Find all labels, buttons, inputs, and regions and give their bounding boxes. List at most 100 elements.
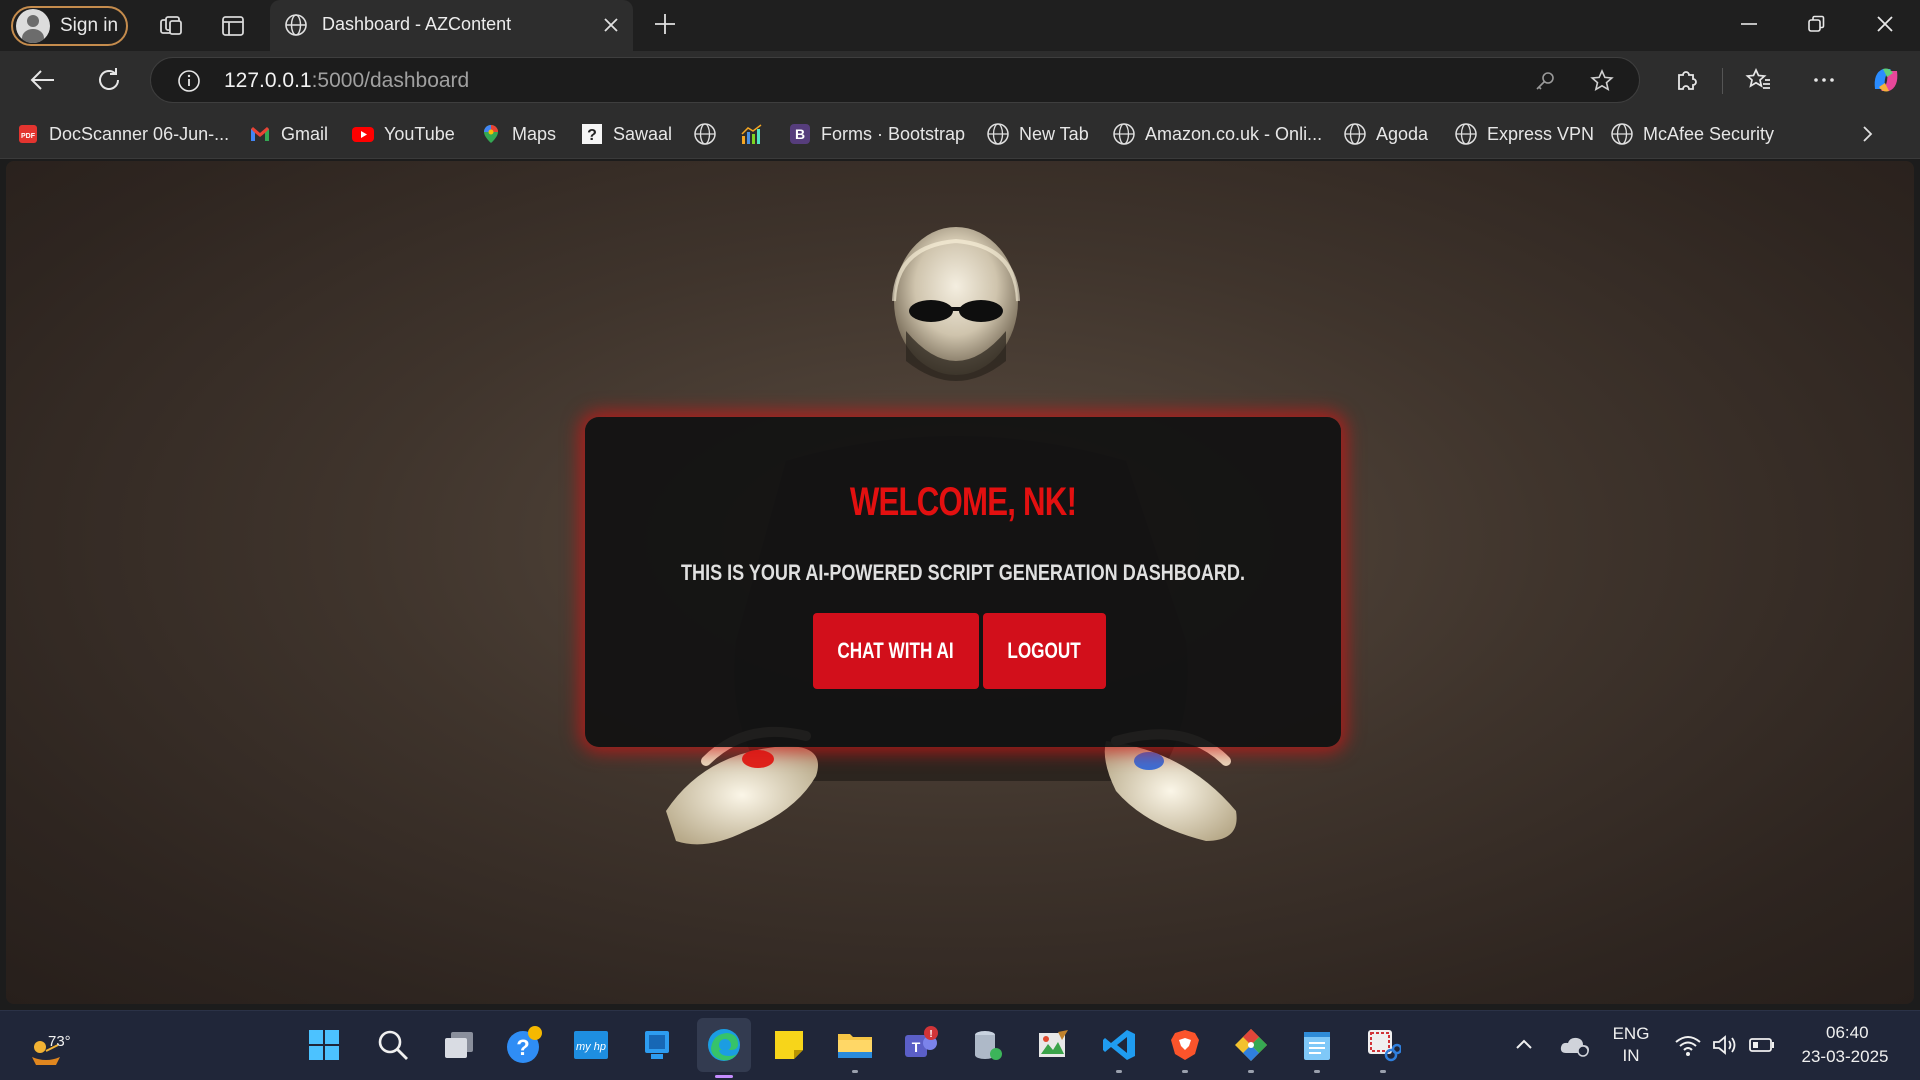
battery-icon[interactable] [1742,1023,1782,1067]
pdf-icon: PDF [16,122,40,146]
sticky-notes-icon[interactable] [767,1023,811,1067]
sign-in-button[interactable]: Sign in [11,6,128,46]
bookmark-gmail[interactable]: Gmail [248,121,328,147]
wifi-icon[interactable] [1668,1023,1708,1067]
database-app-icon[interactable] [965,1023,1009,1067]
notepad-icon[interactable] [1295,1023,1339,1073]
weather-widget[interactable]: 73° [26,1019,86,1073]
tab-actions-icon[interactable] [219,12,247,40]
tab-dashboard[interactable]: Dashboard - AZContent [270,0,633,51]
running-indicator [1314,1070,1320,1073]
globe-icon [693,122,717,146]
refresh-icon[interactable] [94,65,124,95]
bookmark-new-tab[interactable]: New Tab [986,121,1089,147]
bookmark-docscanner[interactable]: PDF DocScanner 06-Jun-... [16,121,229,147]
bookmark-amazon[interactable]: Amazon.co.uk - Onli... [1112,121,1322,147]
url-text[interactable]: 127.0.0.1:5000/dashboard [224,69,469,93]
logout-button-label: LOGOUT [1007,638,1082,663]
copilot-icon[interactable] [1869,63,1903,97]
task-view-icon[interactable] [437,1023,481,1067]
onedrive-icon[interactable] [1553,1023,1597,1067]
close-tab-icon[interactable] [601,15,621,35]
password-key-icon[interactable] [1533,69,1557,93]
bookmarks-bar: PDF DocScanner 06-Jun-... Gmail YouTube … [0,110,1920,159]
bookmark-bootstrap[interactable]: B Forms · Bootstrap [788,121,965,147]
weather-temp: 73° [48,1033,71,1050]
globe-icon [1343,122,1367,146]
vscode-icon[interactable] [1097,1023,1141,1073]
svg-text:my hp: my hp [576,1041,606,1053]
bookmark-label: McAfee Security [1643,123,1775,144]
chart-icon [740,122,764,146]
sawaal-icon: ? [580,122,604,146]
bootstrap-icon: B [788,122,812,146]
workspaces-icon[interactable] [157,12,185,40]
svg-text:!: ! [929,1029,932,1040]
clock[interactable]: 06:40 23-03-2025 [1790,1021,1900,1069]
svg-text:B: B [795,126,805,142]
language-region: IN [1622,1046,1640,1065]
running-indicator [1182,1070,1188,1073]
bookmark-label: Maps [512,123,557,144]
more-menu-icon[interactable] [1809,65,1839,95]
git-app-icon[interactable] [1229,1023,1273,1073]
bookmark-express-vpn[interactable]: Express VPN [1454,121,1594,147]
chat-with-ai-button[interactable]: CHAT WITH AI [813,613,979,689]
left-hand [666,746,818,845]
back-icon[interactable] [28,65,58,95]
running-indicator [1116,1070,1122,1073]
file-explorer-icon[interactable] [833,1023,877,1073]
title-bar: Sign in Dashboard - AZContent [0,0,1920,51]
dashboard-subtitle: THIS IS YOUR AI-POWERED SCRIPT GENERATIO… [681,560,1245,585]
search-icon[interactable] [371,1023,415,1067]
edge-icon[interactable] [697,1018,751,1078]
svg-text:PDF: PDF [21,133,36,140]
help-icon[interactable]: ? [503,1023,547,1067]
address-bar[interactable]: 127.0.0.1:5000/dashboard [150,57,1640,103]
globe-icon [284,13,308,37]
minimize-icon[interactable] [1738,13,1760,35]
bookmark-sawaal[interactable]: ? Sawaal [580,121,672,147]
close-window-icon[interactable] [1874,13,1896,35]
running-indicator [852,1070,858,1073]
myhp-icon[interactable]: my hp [569,1023,613,1067]
svg-text:?: ? [587,127,597,144]
desktop-app-icon[interactable] [635,1023,679,1067]
site-info-icon[interactable] [177,69,201,93]
url-path: :5000/dashboard [311,69,470,92]
navigation-bar: 127.0.0.1:5000/dashboard [0,51,1920,110]
chevron-up-icon[interactable] [1504,1023,1544,1067]
url-host: 127.0.0.1 [224,69,312,92]
bookmark-youtube[interactable]: YouTube [351,121,455,147]
bookmark-agoda[interactable]: Agoda [1343,121,1428,147]
bookmark-maps[interactable]: Maps [479,121,556,147]
welcome-card: WELCOME, NK! THIS IS YOUR AI-POWERED SCR… [585,417,1341,747]
logout-button[interactable]: LOGOUT [983,613,1106,689]
favorite-star-icon[interactable] [1589,68,1615,94]
extensions-icon[interactable] [1671,65,1701,95]
restore-icon[interactable] [1805,13,1827,35]
new-tab-icon[interactable] [652,11,678,37]
svg-text:?: ? [516,1035,529,1060]
chevron-right-icon[interactable] [1856,123,1878,145]
bookmark-mcafee[interactable]: McAfee Security [1610,121,1774,147]
bookmark-chart[interactable] [740,121,773,147]
page-viewport: WELCOME, NK! THIS IS YOUR AI-POWERED SCR… [6,161,1914,1004]
volume-icon[interactable] [1705,1023,1745,1067]
snipping-tool-icon[interactable] [1361,1023,1405,1073]
language-code: ENG [1612,1024,1650,1043]
brave-icon[interactable] [1163,1023,1207,1073]
favorites-icon[interactable] [1743,65,1773,95]
start-icon[interactable] [302,1023,346,1067]
maps-icon [479,122,503,146]
clock-time: 06:40 [1826,1023,1869,1042]
bookmark-globe[interactable] [693,121,726,147]
globe-icon [1112,122,1136,146]
bookmark-label: Forms · Bootstrap [821,123,966,144]
bookmark-label: YouTube [384,123,455,144]
bookmark-label: Gmail [281,123,329,144]
image-editor-icon[interactable] [1031,1023,1075,1067]
teams-icon[interactable]: T! [899,1023,943,1067]
language-indicator[interactable]: ENG IN [1607,1023,1655,1067]
bookmark-label: Express VPN [1487,123,1595,144]
